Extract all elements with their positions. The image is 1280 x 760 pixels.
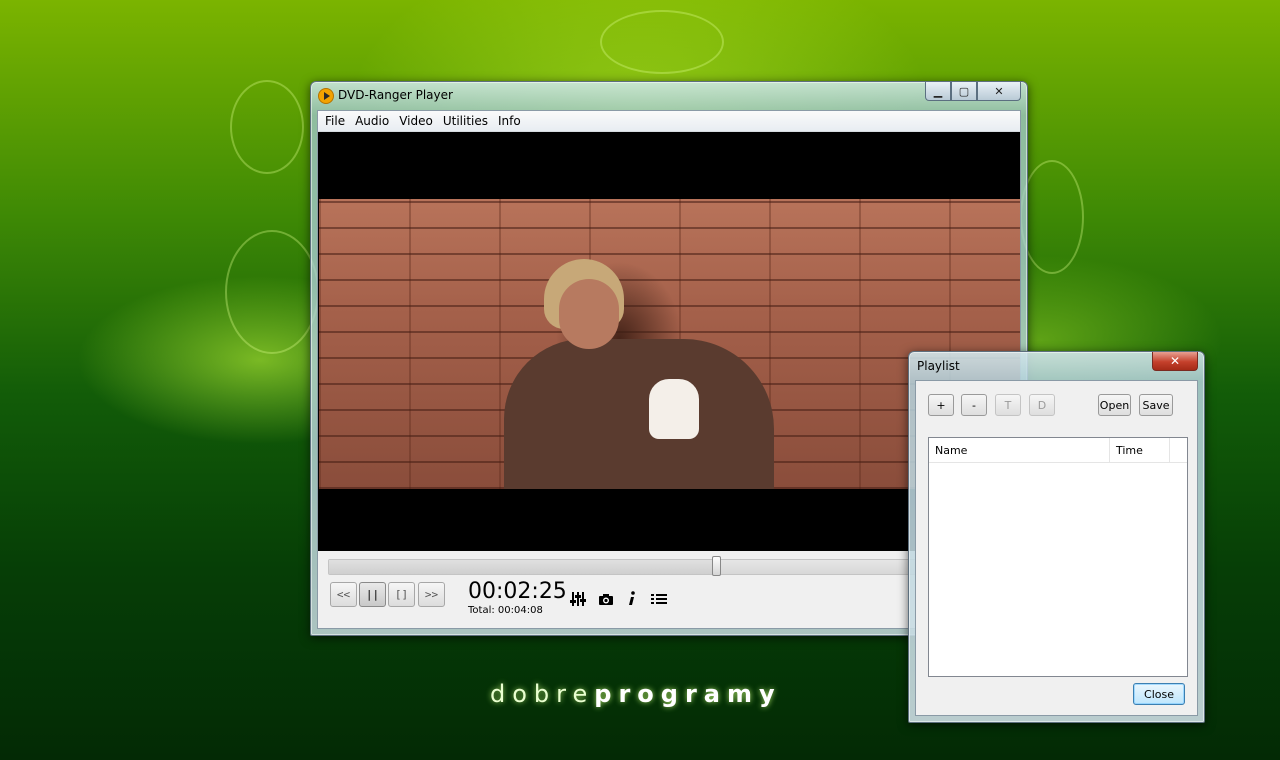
playlist-icon[interactable] [651,591,667,607]
playlist-client-area: + - T D Open Save Name Time Close [915,380,1198,716]
background-swirl [600,10,724,74]
close-playlist-button[interactable]: Close [1133,683,1185,705]
open-playlist-button[interactable]: Open [1098,394,1131,416]
close-window-button[interactable]: ✕ [977,82,1021,101]
menu-file[interactable]: File [320,114,350,128]
playlist-title: Playlist [917,359,960,373]
pause-button[interactable]: || [359,582,386,607]
column-time[interactable]: Time [1110,438,1170,462]
listview-header: Name Time [929,438,1187,463]
t-button[interactable]: T [995,394,1021,416]
player-title: DVD-Ranger Player [338,88,453,102]
player-titlebar[interactable]: DVD-Ranger Player ▁ ▢ ✕ [311,82,1027,108]
info-icon[interactable] [624,591,640,607]
save-playlist-button[interactable]: Save [1139,394,1173,416]
next-button[interactable]: >> [418,582,445,607]
column-name[interactable]: Name [929,438,1110,462]
menu-video[interactable]: Video [394,114,438,128]
previous-button[interactable]: << [330,582,357,607]
menu-info[interactable]: Info [493,114,526,128]
menu-audio[interactable]: Audio [350,114,394,128]
background-swirl [1020,160,1084,274]
camera-icon[interactable] [598,591,614,607]
equalizer-icon[interactable] [570,591,586,607]
playlist-listview[interactable]: Name Time [928,437,1188,677]
minimize-button[interactable]: ▁ [925,82,951,101]
playlist-window: Playlist ✕ + - T D Open Save Name Time C… [908,351,1205,723]
seek-thumb[interactable] [711,556,721,576]
menu-utilities[interactable]: Utilities [438,114,493,128]
menu-bar: File Audio Video Utilities Info [318,111,1020,132]
seek-progress [329,560,717,574]
stop-button[interactable]: [] [388,582,415,607]
caption-buttons: ▁ ▢ ✕ [925,82,1021,102]
column-spacer [1170,438,1187,462]
add-item-button[interactable]: + [928,394,954,416]
d-button[interactable]: D [1029,394,1055,416]
desktop-brand-logo: dobreprogramy [490,680,782,708]
app-play-icon [318,88,334,104]
remove-item-button[interactable]: - [961,394,987,416]
current-time: 00:02:25 [468,579,567,604]
total-time: Total: 00:04:08 [468,605,543,616]
video-person [504,259,774,489]
background-swirl [230,80,304,174]
maximize-button[interactable]: ▢ [951,82,977,101]
background-swirl [225,230,319,354]
playlist-close-x-button[interactable]: ✕ [1152,352,1198,371]
